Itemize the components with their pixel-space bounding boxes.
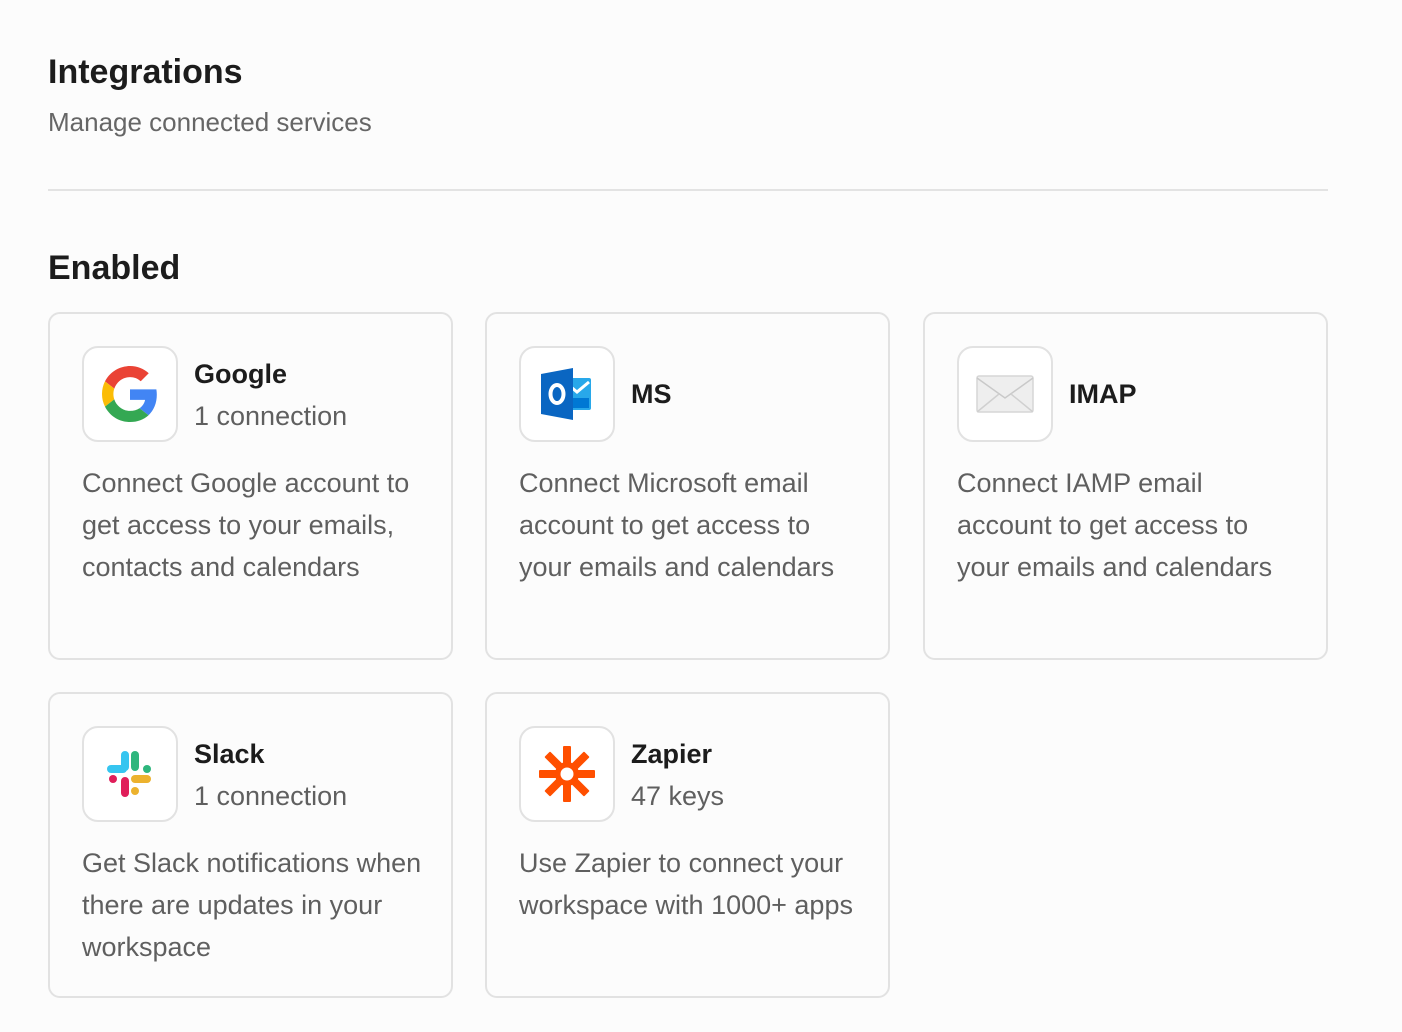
- integrations-page: Integrations Manage connected services E…: [0, 0, 1402, 1032]
- section-title-enabled: Enabled: [48, 249, 181, 287]
- page-subtitle: Manage connected services: [48, 107, 372, 137]
- integration-card-google[interactable]: Google 1 connection Connect Google accou…: [48, 312, 453, 660]
- integration-card-slack[interactable]: Slack 1 connection Get Slack notificatio…: [48, 692, 453, 998]
- integration-description: Connect Google account to get access to …: [82, 468, 410, 582]
- outlook-logo-icon: [541, 368, 591, 420]
- integration-name: Google: [194, 359, 287, 389]
- integration-meta: 47 keys: [631, 781, 725, 811]
- integration-card-ms[interactable]: MS Connect Microsoft email account to ge…: [485, 312, 890, 660]
- integration-name: IMAP: [1069, 379, 1137, 409]
- integration-name: Slack: [194, 739, 265, 769]
- zapier-logo-icon: [539, 746, 595, 802]
- integration-description: Connect Microsoft email account to get a…: [519, 468, 835, 582]
- integration-card-imap[interactable]: IMAP Connect IAMP email account to get a…: [923, 312, 1328, 660]
- integration-logo-google: [82, 346, 178, 442]
- google-logo-icon: [102, 366, 157, 422]
- integration-logo-ms: [519, 346, 615, 442]
- integration-logo-imap: [957, 346, 1053, 442]
- header-divider: [48, 189, 1328, 191]
- page-title: Integrations: [48, 53, 243, 91]
- envelope-icon: [976, 375, 1034, 413]
- integration-description: Use Zapier to connect your workspace wit…: [519, 848, 853, 920]
- integration-card-zapier[interactable]: Zapier 47 keys Use Zapier to connect you…: [485, 692, 890, 998]
- integration-description: Get Slack notifications when there are u…: [82, 848, 422, 962]
- integration-name: MS: [631, 379, 672, 409]
- integration-description: Connect IAMP email account to get access…: [957, 468, 1273, 582]
- integration-meta: 1 connection: [194, 401, 348, 431]
- integration-name: Zapier: [631, 739, 713, 769]
- integration-logo-slack: [82, 726, 178, 822]
- slack-logo-icon: [107, 751, 151, 797]
- integration-logo-zapier: [519, 726, 615, 822]
- integration-meta: 1 connection: [194, 781, 348, 811]
